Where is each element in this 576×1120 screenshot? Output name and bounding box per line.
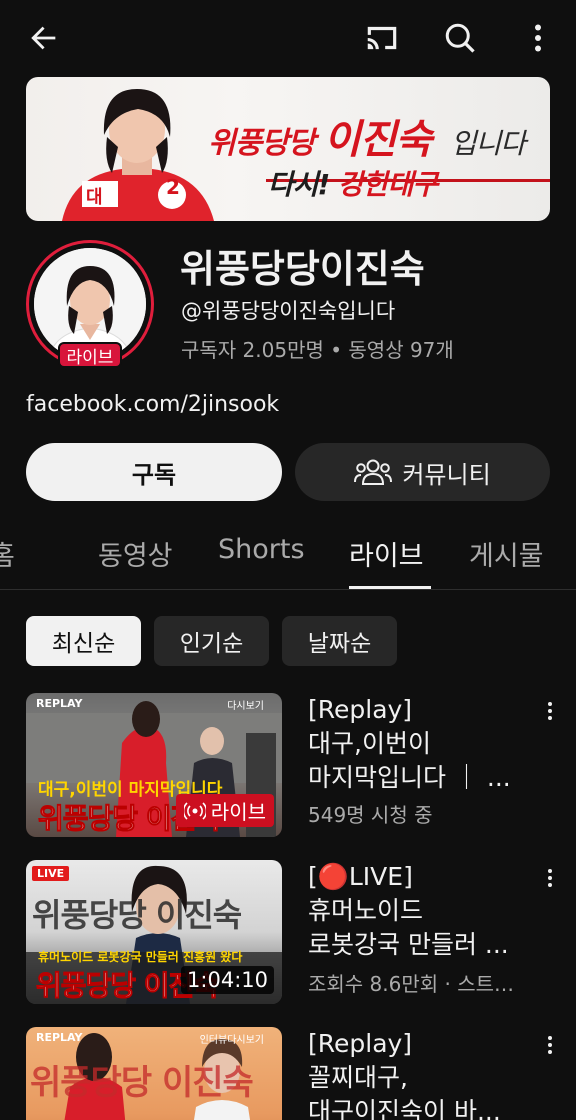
banner-headline-name: 이진숙 <box>323 117 432 163</box>
back-button[interactable] <box>24 18 64 58</box>
video-more-button[interactable] <box>538 697 562 725</box>
video-title[interactable]: [🔴LIVE] 휴머노이드 로봇강국 만들러 ... <box>308 860 528 962</box>
live-now-label: 라이브 <box>210 800 266 824</box>
video-title[interactable]: [Replay] 꼴찌대구, 대구이진숙이 바... <box>308 1027 528 1120</box>
tab-home[interactable]: 홈 <box>0 534 15 573</box>
tab-live[interactable]: 라이브 <box>349 534 424 573</box>
community-button[interactable]: 커뮤니티 <box>295 443 550 501</box>
top-app-bar <box>0 0 576 78</box>
video-item[interactable]: LIVE 위풍당당 이진숙 휴머노이드 로봇강국 만들러 진흥원 왔다 위풍당당… <box>0 860 576 1010</box>
video-title-line: 마지막입니다 ｜ ... <box>308 763 511 792</box>
video-duration: 1:04:10 <box>181 966 274 994</box>
live-now-badge: 라이브 <box>175 794 274 827</box>
more-vertical-icon <box>548 869 552 887</box>
active-tab-indicator <box>349 586 431 589</box>
more-vertical-icon <box>548 702 552 720</box>
banner-subline-b: 강한대구 <box>338 168 438 201</box>
search-button[interactable] <box>440 18 480 58</box>
video-title-line: [Replay] <box>308 695 413 724</box>
video-title-line: 꼴찌대구, <box>308 1063 408 1092</box>
video-title-line: [Replay] <box>308 1029 413 1058</box>
banner-headline: 위풍당당 이진숙 입니다 <box>208 107 526 165</box>
thumbnail-top-text: 위풍당당 이진숙 <box>32 896 242 934</box>
banner-headline-c: 입니다 <box>450 127 526 160</box>
cast-button[interactable] <box>362 18 402 58</box>
video-title[interactable]: [Replay] 대구,이번이 마지막입니다 ｜ ... <box>308 693 528 795</box>
tab-shorts[interactable]: Shorts <box>218 534 305 565</box>
replay-tag: REPLAY <box>36 697 83 710</box>
channel-handle: @위풍당당이진숙입니다 <box>181 299 396 323</box>
people-icon <box>354 459 393 485</box>
channel-avatar-live[interactable]: 라이브 <box>26 240 154 368</box>
broadcast-icon <box>183 801 206 820</box>
channel-tabs: 홈 동영상 Shorts 라이브 게시물 <box>0 520 576 590</box>
banner-headline-a: 위풍당당 <box>208 126 315 161</box>
channel-link[interactable]: facebook.com/2jinsook <box>26 392 279 417</box>
video-thumbnail[interactable]: LIVE 위풍당당 이진숙 휴머노이드 로봇강국 만들러 진흥원 왔다 위풍당당… <box>26 860 282 1004</box>
banner-subline: 다시! 강한대구 <box>268 163 438 203</box>
cast-icon <box>367 26 397 50</box>
channel-banner: 2 대 위풍당당 이진숙 입니다 다시! 강한대구 <box>26 77 550 221</box>
video-meta: 549명 시청 중 <box>308 803 433 827</box>
chip-oldest[interactable]: 날짜순 <box>282 616 397 666</box>
video-title-line: 휴머노이드 <box>308 896 424 925</box>
video-title-line: 대구,이번이 <box>308 729 431 758</box>
video-more-button[interactable] <box>538 864 562 892</box>
subscribe-button[interactable]: 구독 <box>26 443 282 501</box>
more-vertical-icon <box>548 1036 552 1054</box>
video-item[interactable]: REPLAY 다시보기 대구,이번이 마지막입니다 위풍당당 이진숙 라이브 [… <box>0 693 576 843</box>
banner-person-image <box>62 89 214 221</box>
video-title-line: [🔴LIVE] <box>308 862 413 891</box>
video-meta: 조회수 8.6만회 · 스트리... <box>308 972 530 996</box>
chip-latest[interactable]: 최신순 <box>26 616 141 666</box>
arrow-left-icon <box>31 26 56 50</box>
search-icon <box>445 23 475 53</box>
video-title-line: 로봇강국 만들러 ... <box>308 930 509 959</box>
banner-subline-a: 다시! <box>268 168 330 201</box>
community-label: 커뮤니티 <box>402 460 491 489</box>
video-item[interactable]: REPLAY 인터뷰다시보기 위풍당당 이진숙 [Replay] 꼴찌대구, 대… <box>0 1027 576 1120</box>
live-tag: LIVE <box>32 866 70 881</box>
thumbnail-corner-text: 다시보기 <box>227 701 264 712</box>
chip-popular[interactable]: 인기순 <box>154 616 269 666</box>
thumbnail-top-text: 위풍당당 이진숙 <box>30 1063 254 1103</box>
video-title-line: 대구이진숙이 바... <box>308 1097 501 1120</box>
live-badge: 라이브 <box>58 342 122 368</box>
banner-jacket-text: 대 <box>86 187 103 208</box>
video-thumbnail[interactable]: REPLAY 인터뷰다시보기 위풍당당 이진숙 <box>26 1027 282 1120</box>
more-vertical-icon <box>535 24 541 52</box>
video-thumbnail[interactable]: REPLAY 다시보기 대구,이번이 마지막입니다 위풍당당 이진숙 라이브 <box>26 693 282 837</box>
video-more-button[interactable] <box>538 1031 562 1059</box>
replay-tag: REPLAY <box>36 1031 83 1044</box>
more-options-button[interactable] <box>518 18 558 58</box>
channel-stats: 구독자 2.05만명 • 동영상 97개 <box>181 338 454 362</box>
thumbnail-caption: 휴머노이드 로봇강국 만들러 진흥원 왔다 <box>38 950 243 964</box>
tab-videos[interactable]: 동영상 <box>98 534 173 573</box>
thumbnail-corner-text: 인터뷰다시보기 <box>199 1035 264 1046</box>
tab-posts[interactable]: 게시물 <box>469 534 544 573</box>
banner-jacket-number: 2 <box>166 175 180 199</box>
channel-name: 위풍당당이진숙 <box>180 247 425 291</box>
